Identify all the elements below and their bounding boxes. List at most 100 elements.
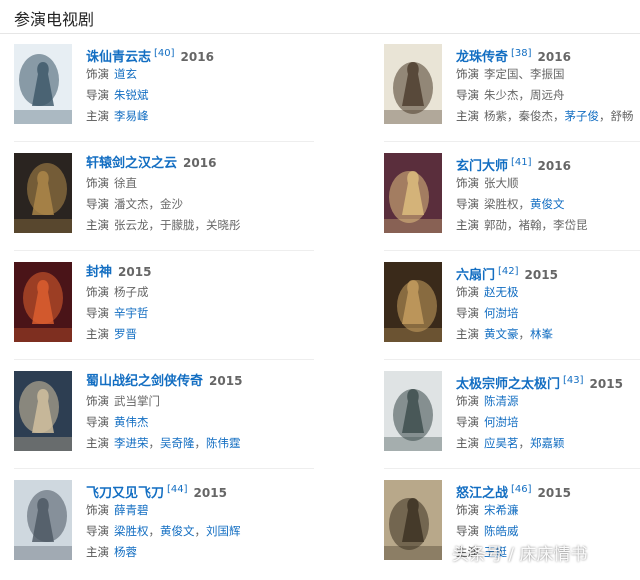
person-link[interactable]: 宋希濂 (484, 503, 519, 517)
director-label: 导演 (86, 415, 109, 429)
person-link[interactable]: 陈皓威 (484, 524, 519, 538)
role-label: 饰演 (86, 503, 109, 517)
person-link[interactable]: 陈伟霆 (206, 436, 241, 450)
separator: ， (599, 109, 611, 123)
poster-image[interactable] (14, 371, 72, 451)
poster-image[interactable] (14, 262, 72, 342)
person-link[interactable]: 朱锐斌 (114, 88, 149, 102)
person-link[interactable]: 林峯 (530, 327, 553, 341)
separator: ， (518, 197, 531, 211)
separator: ， (507, 218, 519, 232)
drama-title-link[interactable]: 诛仙青云志 (86, 50, 151, 65)
director-row: 导演 何澍培 (456, 303, 640, 324)
poster-image[interactable] (384, 153, 442, 233)
person-link[interactable]: 梁胜权 (114, 524, 149, 538)
person-link[interactable]: 罗晋 (114, 327, 137, 341)
separator: ， (518, 88, 531, 102)
person-link[interactable]: 黄俊文 (160, 524, 195, 538)
row-divider (14, 141, 314, 142)
poster-image[interactable] (14, 44, 72, 124)
person-link[interactable]: 何澍培 (484, 415, 519, 429)
person-link[interactable]: 赵无极 (484, 285, 519, 299)
person-link[interactable]: 应昊茗 (484, 436, 519, 450)
drama-year: 2015 (589, 377, 623, 391)
person-link[interactable]: 道玄 (114, 67, 137, 81)
poster-image[interactable] (384, 480, 442, 560)
drama-title-link[interactable]: 飞刀又见飞刀 (86, 486, 164, 501)
role-label: 饰演 (86, 394, 109, 408)
director-label: 导演 (456, 88, 479, 102)
director-label: 导演 (456, 415, 479, 429)
director-row: 导演 何澍培 (456, 412, 640, 433)
poster-image[interactable] (384, 262, 442, 342)
watermark: 头条号 / 床床情书 (452, 545, 588, 565)
poster-image[interactable] (14, 480, 72, 560)
reference-link[interactable]: [46] (511, 484, 532, 495)
poster-image[interactable] (14, 153, 72, 233)
person-link[interactable]: 茅子俊 (565, 109, 600, 123)
drama-info: 六扇门 [42] 2015 饰演 赵无极 导演 何澍培 主演 黄文豪，林峯 (456, 262, 640, 345)
role-label: 饰演 (456, 503, 479, 517)
reference-link[interactable]: [38] (511, 48, 532, 59)
reference-link[interactable]: [40] (154, 48, 175, 59)
role-row: 饰演 张大顺 (456, 173, 640, 194)
person-link[interactable]: 黄俊文 (530, 197, 565, 211)
drama-year: 2016 (537, 159, 571, 173)
person-name: 潘文杰 (114, 197, 149, 211)
role-label: 饰演 (456, 285, 479, 299)
drama-title-link[interactable]: 蜀山战纪之剑侠传奇 (86, 374, 203, 389)
role-row: 饰演 赵无极 (456, 282, 640, 303)
person-name: 秦俊杰 (518, 109, 554, 123)
title-row: 蜀山战纪之剑侠传奇 2015 (86, 371, 316, 391)
drama-title-link[interactable]: 六扇门 (456, 268, 495, 283)
person-name: 郭劭 (484, 218, 507, 232)
drama-info: 太极宗师之太极门 [43] 2015 饰演 陈清源 导演 何澍培 主演 应昊茗，郑嘉颖 (456, 371, 640, 454)
person-link[interactable]: 郑嘉颖 (530, 436, 565, 450)
director-label: 导演 (456, 197, 479, 211)
drama-title-link[interactable]: 怒江之战 (456, 486, 508, 501)
drama-title-link[interactable]: 太极宗师之太极门 (456, 377, 560, 392)
director-label: 导演 (86, 524, 109, 538)
drama-title-link[interactable]: 玄门大师 (456, 159, 508, 174)
role-label: 饰演 (456, 394, 479, 408)
person-link[interactable]: 李进荣 (114, 436, 149, 450)
person-link[interactable]: 黄文豪 (484, 327, 519, 341)
title-row: 怒江之战 [46] 2015 (456, 480, 640, 501)
person-link[interactable]: 何澍培 (484, 306, 519, 320)
director-row: 导演 梁胜权，黄俊文 (456, 194, 640, 215)
person-link[interactable]: 杨蓉 (114, 545, 137, 559)
poster-image[interactable] (384, 44, 442, 124)
drama-info: 龙珠传奇 [38] 2016 饰演 李定国、李振国 导演 朱少杰，周远舟 主演 杨紫，秦俊杰，茅… (456, 44, 640, 127)
starring-label: 主演 (86, 218, 109, 232)
drama-entry: 怒江之战 [46] 2015 饰演 宋希濂 导演 陈皓威 主演 王挺 (384, 480, 640, 580)
reference-link[interactable]: [44] (167, 484, 188, 495)
person-link[interactable]: 辛宇哲 (114, 306, 149, 320)
person-link[interactable]: 吴奇隆 (160, 436, 195, 450)
person-link[interactable]: 薛青碧 (114, 503, 149, 517)
row-divider (384, 141, 640, 142)
person-name: 舒畅 (610, 109, 634, 123)
person-name: 张云龙 (114, 218, 149, 232)
title-row: 诛仙青云志 [40] 2016 (86, 44, 316, 65)
drama-year: 2015 (524, 268, 558, 282)
separator: ， (148, 197, 161, 211)
starring-label: 主演 (456, 218, 479, 232)
person-link[interactable]: 陈清源 (484, 394, 519, 408)
role-row: 饰演 陈清源 (456, 391, 640, 412)
person-link[interactable]: 黄伟杰 (114, 415, 149, 429)
reference-link[interactable]: [43] (563, 375, 584, 386)
person-link[interactable]: 刘国辉 (206, 524, 241, 538)
drama-title-link[interactable]: 轩辕剑之汉之云 (86, 156, 177, 171)
section-title: 参演电视剧 (14, 10, 95, 29)
drama-title-link[interactable]: 封神 (86, 265, 112, 280)
drama-title-link[interactable]: 龙珠传奇 (456, 50, 508, 65)
role-row: 饰演 武当掌门 (86, 391, 316, 412)
director-row: 导演 辛宇哲 (86, 303, 316, 324)
reference-link[interactable]: [41] (511, 157, 532, 168)
person-name: 梁胜权 (484, 197, 519, 211)
poster-image[interactable] (384, 371, 442, 451)
person-link[interactable]: 李易峰 (114, 109, 149, 123)
reference-link[interactable]: [42] (498, 266, 519, 277)
director-label: 导演 (456, 306, 479, 320)
drama-entry: 太极宗师之太极门 [43] 2015 饰演 陈清源 导演 何澍培 主演 应昊茗，郑嘉颖 (384, 371, 640, 471)
